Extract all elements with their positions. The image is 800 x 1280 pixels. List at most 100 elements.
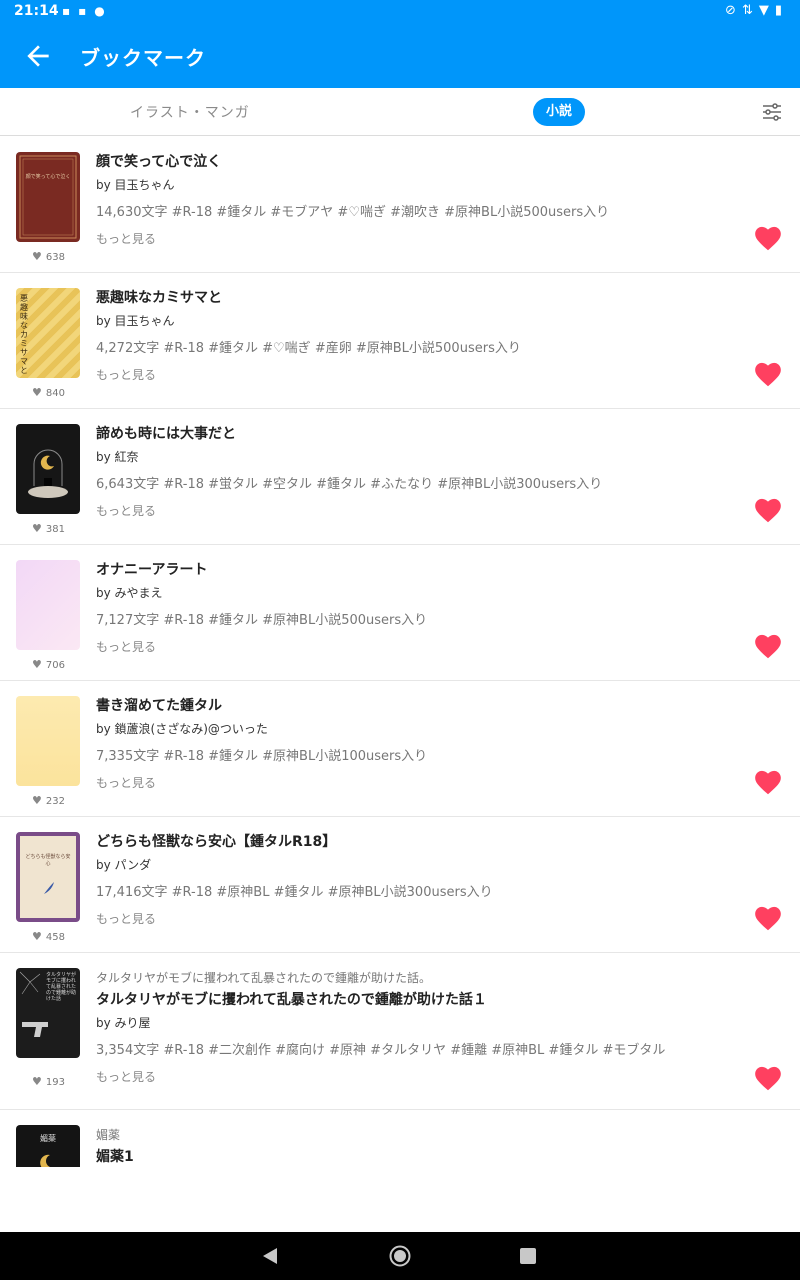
data-icon: ⇅ xyxy=(741,3,759,18)
cover-image[interactable]: 悪趣味なカミサマと xyxy=(16,288,80,378)
author-name[interactable]: by みやまえ xyxy=(96,584,163,601)
tab-illust-manga[interactable]: イラスト・マンガ xyxy=(130,102,250,122)
list-item[interactable]: 顔で笑って心で泣く ♥ 638 顔で笑って心で泣く by 目玉ちゃん 14,630… xyxy=(0,137,800,273)
novel-title[interactable]: タルタリヤがモブに攫われて乱暴されたので鍾離が助けた話１ xyxy=(96,989,487,1009)
status-system-icons: ⊘⇅▼▮ xyxy=(725,3,788,18)
more-link[interactable]: もっと見る xyxy=(96,1068,156,1085)
like-count: ♥ 381 xyxy=(32,522,65,535)
novel-title[interactable]: 媚薬1 xyxy=(96,1146,134,1166)
novel-title[interactable]: 悪趣味なカミサマと xyxy=(96,287,222,307)
status-notification-icons: ▪▪● xyxy=(62,4,113,18)
like-count: ♥ 638 xyxy=(32,250,65,263)
author-name[interactable]: by 目玉ちゃん xyxy=(96,312,175,329)
more-link[interactable]: もっと見る xyxy=(96,638,156,655)
list-item[interactable]: ♥ 232 書き溜めてた鍾タル by 鎖蘆浪(さざなみ)@ついった 7,335文字… xyxy=(0,681,800,817)
cover-image[interactable]: タルタリヤがモブに攫われて乱暴されたので鍾離が助けた話 xyxy=(16,968,80,1058)
status-time: 21:14 xyxy=(14,3,59,19)
novel-title[interactable]: 書き溜めてた鍾タル xyxy=(96,695,222,715)
cover-image[interactable]: どちらも怪獣なら安心 xyxy=(16,832,80,922)
heart-icon[interactable] xyxy=(754,1065,782,1091)
heart-icon: ♥ xyxy=(32,1075,42,1088)
more-link[interactable]: もっと見る xyxy=(96,366,156,383)
notification-icon: ▪ xyxy=(62,4,79,18)
author-name[interactable]: by 鎖蘆浪(さざなみ)@ついった xyxy=(96,720,268,737)
heart-icon: ♥ xyxy=(32,522,42,535)
tag-line[interactable]: 3,354文字 #R-18 #二次創作 #腐向け #原神 #タルタリヤ #鍾離 … xyxy=(96,1039,665,1058)
heart-icon: ♥ xyxy=(32,930,42,943)
heart-icon[interactable] xyxy=(754,497,782,523)
wifi-icon: ▼ xyxy=(758,3,775,18)
more-link[interactable]: もっと見る xyxy=(96,230,156,247)
triangle-back-icon[interactable] xyxy=(262,1247,278,1265)
heart-icon[interactable] xyxy=(754,361,782,387)
heart-icon[interactable] xyxy=(754,225,782,251)
cover-title: 悪趣味なカミサマと xyxy=(20,294,28,375)
heart-icon[interactable] xyxy=(754,633,782,659)
list-item[interactable]: 媚薬 媚薬 媚薬1 xyxy=(0,1110,800,1167)
novel-title[interactable]: 諦めも時には大事だと xyxy=(96,423,236,443)
system-nav-bar xyxy=(0,1232,800,1280)
like-count-value: 706 xyxy=(45,660,65,671)
list-item[interactable]: ♥ 381 諦めも時には大事だと by 紅奈 6,643文字 #R-18 #蛍タル… xyxy=(0,409,800,545)
status-bar: 21:14 ▪▪● ⊘⇅▼▮ xyxy=(0,0,800,24)
list-item[interactable]: 悪趣味なカミサマと ♥ 840 悪趣味なカミサマと by 目玉ちゃん 4,272文… xyxy=(0,273,800,409)
series-title[interactable]: 媚薬 xyxy=(96,1126,120,1143)
list-item[interactable]: タルタリヤがモブに攫われて乱暴されたので鍾離が助けた話 ♥ 193 タルタリヤがモ… xyxy=(0,953,800,1110)
novel-title[interactable]: どちらも怪獣なら安心【鍾タルR18】 xyxy=(96,831,336,851)
like-count-value: 840 xyxy=(45,388,65,399)
notification-icon: ▪ xyxy=(78,4,95,18)
like-count-value: 381 xyxy=(45,524,65,535)
author-name[interactable]: by パンダ xyxy=(96,856,151,873)
list-item[interactable]: ♥ 706 オナニーアラート by みやまえ 7,127文字 #R-18 #鍾タル… xyxy=(0,545,800,681)
author-name[interactable]: by 紅奈 xyxy=(96,448,139,465)
series-title[interactable]: タルタリヤがモブに攫われて乱暴されたので鍾離が助けた話。 xyxy=(96,969,431,986)
circle-home-icon[interactable] xyxy=(389,1245,411,1267)
heart-icon: ♥ xyxy=(32,794,42,807)
like-count-value: 458 xyxy=(45,932,65,943)
square-recent-icon[interactable] xyxy=(520,1248,536,1264)
like-count: ♥ 193 xyxy=(32,1075,65,1088)
tag-line[interactable]: 14,630文字 #R-18 #鍾タル #モブアヤ #♡喘ぎ #潮吹き #原神B… xyxy=(96,201,609,220)
bookmark-list: 顔で笑って心で泣く ♥ 638 顔で笑って心で泣く by 目玉ちゃん 14,630… xyxy=(0,137,800,1167)
like-count-value: 193 xyxy=(45,1077,65,1088)
more-link[interactable]: もっと見る xyxy=(96,910,156,927)
more-link[interactable]: もっと見る xyxy=(96,774,156,791)
cover-image[interactable]: 顔で笑って心で泣く xyxy=(16,152,80,242)
novel-title[interactable]: オナニーアラート xyxy=(96,559,207,579)
tag-line[interactable]: 7,127文字 #R-18 #鍾タル #原神BL小説500users入り xyxy=(96,609,427,628)
author-name[interactable]: by 目玉ちゃん xyxy=(96,176,175,193)
battery-icon: ▮ xyxy=(774,3,788,18)
tab-novel[interactable]: 小説 xyxy=(533,98,585,126)
like-count: ♥ 458 xyxy=(32,930,65,943)
author-name[interactable]: by みり屋 xyxy=(96,1014,151,1031)
cover-image[interactable] xyxy=(16,696,80,786)
list-item[interactable]: どちらも怪獣なら安心 ♥ 458 どちらも怪獣なら安心【鍾タルR18】 by パン… xyxy=(0,817,800,953)
heart-icon: ♥ xyxy=(32,386,42,399)
heart-icon[interactable] xyxy=(754,905,782,931)
silent-icon: ⊘ xyxy=(725,3,742,18)
heart-icon: ♥ xyxy=(32,658,42,671)
page-title: ブックマーク xyxy=(80,46,206,70)
cover-title: 顔で笑って心で泣く xyxy=(25,174,71,180)
heart-icon: ♥ xyxy=(32,250,42,263)
more-link[interactable]: もっと見る xyxy=(96,502,156,519)
sliders-icon[interactable] xyxy=(760,100,784,124)
novel-title[interactable]: 顔で笑って心で泣く xyxy=(96,151,221,171)
arrow-left-icon[interactable] xyxy=(22,40,54,72)
cover-image[interactable]: 媚薬 xyxy=(16,1125,80,1167)
cover-image[interactable] xyxy=(16,560,80,650)
like-count: ♥ 706 xyxy=(32,658,65,671)
like-count: ♥ 840 xyxy=(32,386,65,399)
chat-icon: ● xyxy=(94,4,113,18)
tab-bar: イラスト・マンガ 小説 xyxy=(0,88,800,136)
like-count-value: 232 xyxy=(45,796,65,807)
cover-image[interactable] xyxy=(16,424,80,514)
tag-line[interactable]: 17,416文字 #R-18 #原神BL #鍾タル #原神BL小説300user… xyxy=(96,881,493,900)
heart-icon[interactable] xyxy=(754,769,782,795)
app-bar: ブックマーク xyxy=(0,24,800,88)
tag-line[interactable]: 4,272文字 #R-18 #鍾タル #♡喘ぎ #産卵 #原神BL小説500us… xyxy=(96,337,521,356)
like-count: ♥ 232 xyxy=(32,794,65,807)
like-count-value: 638 xyxy=(45,252,65,263)
tag-line[interactable]: 7,335文字 #R-18 #鍾タル #原神BL小説100users入り xyxy=(96,745,427,764)
tag-line[interactable]: 6,643文字 #R-18 #蛍タル #空タル #鍾タル #ふたなり #原神BL… xyxy=(96,473,602,492)
